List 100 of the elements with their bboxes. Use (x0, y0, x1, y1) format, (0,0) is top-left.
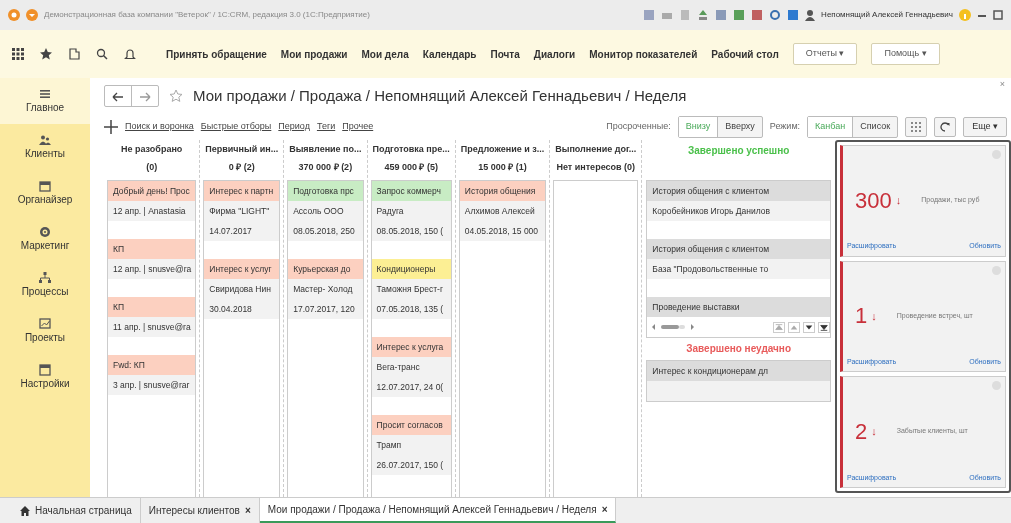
back-arrow-icon (112, 91, 124, 102)
filter-link[interactable]: Теги (316, 120, 336, 134)
card-text: 12 апр. | snusve@ra (108, 259, 196, 279)
close-tab-icon[interactable]: × (244, 503, 251, 518)
menu-item[interactable]: Диалоги (533, 46, 576, 62)
grid-button[interactable] (905, 117, 928, 137)
favorite-star-icon[interactable] (169, 89, 183, 103)
column-title: Подготовка пре... (372, 143, 450, 156)
menu-item[interactable]: Мои дела (361, 46, 409, 62)
section-title: Завершено успешно (687, 144, 791, 158)
maximize-icon[interactable] (993, 9, 1003, 21)
card-title-link[interactable]: Добрый день! Прос (113, 186, 190, 196)
add-icon[interactable] (104, 120, 118, 134)
sidebar-item[interactable]: Маркетинг (0, 216, 90, 262)
menu-icon (39, 87, 51, 100)
filter-link[interactable]: Быстрые отборы (200, 120, 272, 134)
sidebar-item[interactable]: Проекты (0, 308, 90, 354)
card-text: Ассоль ООО (288, 201, 363, 221)
metric-value: 300 (855, 186, 892, 215)
window-tab[interactable]: Начальная страница (12, 498, 141, 523)
segment-label: Режим: (769, 120, 801, 134)
filter-link[interactable]: Поиск и воронка (125, 120, 194, 134)
window-tab[interactable]: Мои продажи / Продажа / Непомнящий Алексей Геннадьевич / Неделя × (259, 498, 617, 523)
sidebar-item[interactable]: Клиенты (0, 124, 90, 170)
star-icon[interactable] (40, 48, 52, 60)
card-title-link[interactable]: Интерес к кондиционерам дл (652, 366, 769, 376)
card-title-link[interactable]: Интерес к услуг (209, 264, 272, 274)
card-text: 11 апр. | snusve@ra (108, 317, 196, 337)
card-title-link[interactable]: КП (113, 244, 125, 254)
card-title-link[interactable]: История общения (464, 186, 536, 196)
refresh-button[interactable] (934, 117, 957, 137)
menu-dropdown-icon[interactable] (26, 9, 38, 21)
bell-icon[interactable] (124, 48, 136, 60)
scrollbar-drawing[interactable] (651, 323, 696, 331)
sidebar-item[interactable]: Процессы (0, 262, 90, 308)
upload-icon[interactable] (697, 9, 710, 21)
menu-item[interactable]: Рабочий стол (711, 46, 779, 62)
toggle-button[interactable]: Вверху (717, 117, 762, 137)
sidebar-item[interactable]: Настройки (0, 354, 90, 400)
column-title: Не разобрано (119, 143, 184, 156)
close-tab-icon[interactable]: × (601, 502, 608, 517)
trend-arrow: ↓ (871, 308, 877, 324)
sidebar-item[interactable]: Органайзер (0, 170, 90, 216)
card-text: 14.07.2017 (204, 221, 280, 241)
apps-grid-icon[interactable] (12, 48, 24, 60)
card-title-link[interactable]: КП (113, 302, 125, 312)
menu-dropdown-button[interactable]: Отчеты ▾ (792, 43, 858, 65)
card-title-link[interactable]: История общения с клиентом (652, 244, 770, 254)
tree-icon (39, 271, 51, 284)
card-text: 07.05.2018, 135 ( (371, 299, 451, 319)
card-text: 08.05.2018, 150 ( (371, 221, 451, 241)
card-title-link[interactable]: Интерес к партн (209, 186, 274, 196)
card-title-link[interactable]: Интерес к услуга (376, 342, 444, 352)
menu-item[interactable]: Мои продажи (280, 46, 348, 62)
toggle-button[interactable]: Список (852, 117, 898, 137)
card-title-link[interactable]: Проведение выставки (652, 302, 740, 312)
column-title: Первичный ин... (205, 143, 279, 156)
filter-link[interactable]: Период (278, 120, 310, 134)
card-title-link[interactable]: Просит согласов (376, 420, 443, 430)
card-title-link[interactable]: История общения с клиентом (652, 186, 770, 196)
history-icon[interactable] (68, 48, 80, 60)
sidebar-item[interactable]: Главное (0, 78, 90, 124)
column-title: Выполнение дог... (555, 143, 637, 156)
grid-icon (911, 121, 922, 132)
scroll-bottom-icon[interactable] (818, 321, 830, 333)
more-button[interactable]: Еще ▾ (963, 117, 1007, 137)
section-title: Завершено неудачно (685, 342, 792, 356)
menu-dropdown-button[interactable]: Помощь ▾ (871, 43, 940, 65)
card-text: 17.07.2017, 120 (288, 299, 363, 319)
menu-item[interactable]: Календарь (422, 46, 477, 62)
card-text: 30.04.2018 (204, 299, 280, 319)
card-text: 12.07.2017, 24 0( (371, 377, 451, 397)
menu-item[interactable]: Монитор показателей (589, 46, 698, 62)
card-title-link[interactable]: Подготовка прс (293, 186, 354, 196)
trend-arrow: ↓ (895, 192, 902, 208)
forward-arrow-icon (139, 91, 151, 102)
scroll-top-icon[interactable] (773, 321, 785, 333)
column-summary: 0 ₽ (2) (227, 161, 256, 174)
filter-link[interactable]: Прочее (342, 120, 374, 134)
search-icon[interactable] (96, 48, 108, 60)
menu-item[interactable]: Принять обращение (166, 46, 267, 62)
card-title-link[interactable]: Запрос коммерч (376, 186, 442, 196)
column-summary: 459 000 ₽ (5) (383, 161, 439, 174)
card-title-link[interactable]: Кондиционеры (376, 264, 436, 274)
card-text: Вега-транс (371, 357, 451, 377)
column-summary: 15 000 ₽ (1) (477, 161, 528, 174)
close-button[interactable]: × (999, 78, 1005, 92)
app-logo-icon[interactable] (8, 9, 20, 21)
menu-item[interactable]: Почта (490, 46, 520, 62)
card-text: 12 апр. | Anastasia (108, 201, 196, 221)
scroll-down-icon[interactable] (803, 321, 815, 333)
trend-arrow: ↓ (871, 424, 877, 440)
people-icon (39, 133, 51, 146)
column-summary: Нет интересов (0) (555, 161, 637, 174)
user-name[interactable]: Непомнящий Алексей Геннадьевич (821, 9, 953, 21)
window-tab[interactable]: Интересы клиентов × (140, 498, 260, 523)
card-title-link[interactable]: Курьерская до (293, 264, 351, 274)
card-text: База "Продовольственные то (647, 259, 830, 279)
page-title: Мои продажи / Продажа / Непомнящий Алексей Геннадьевич / Неделя (193, 85, 688, 106)
card-title-link[interactable]: Fwd: КП (113, 360, 145, 370)
